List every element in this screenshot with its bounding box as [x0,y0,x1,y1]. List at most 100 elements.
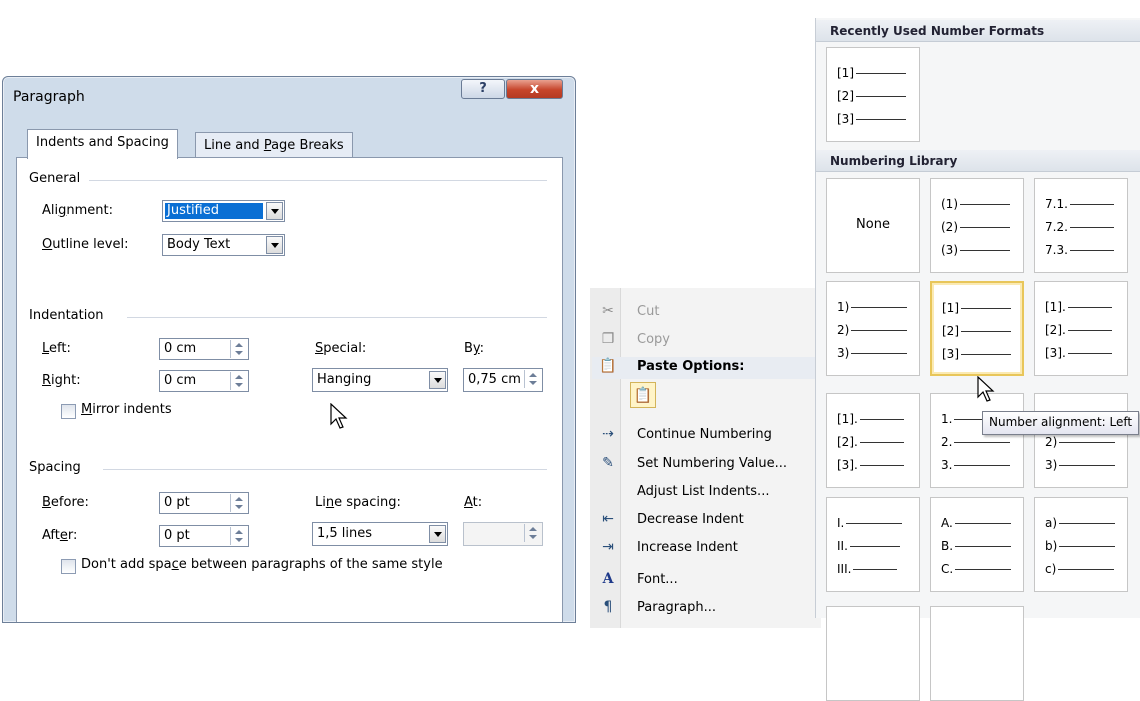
numbering-format-option[interactable]: 1. 2. 3. [930,393,1024,488]
line-spacing-label: Line spacing: [315,495,401,510]
numbering-option-label: (2) [941,220,958,234]
numbering-option-label: [3]. [1045,346,1066,360]
after-label: After: [42,528,78,543]
by-value: 0,75 cm [468,372,521,387]
numbering-option-label: 2. [941,435,953,449]
mouse-pointer-icon [330,403,348,429]
dialog-title: Paragraph [13,89,85,105]
numbering-option-label: [1]. [1045,300,1066,314]
spinner-arrows-icon[interactable] [230,372,247,390]
chevron-down-icon[interactable] [429,371,446,389]
spinner-arrows-icon[interactable] [524,370,541,388]
numbering-format-option[interactable]: 1)2)3) [1034,393,1128,488]
tab-panel: General Alignment: Justified Outline lev… [16,157,563,622]
numbering-format-option[interactable]: I. II. III. [826,497,920,592]
numbering-format-option[interactable]: [1] [2] [3] [826,47,920,142]
chevron-down-icon[interactable] [266,202,283,220]
numbering-option-label: [2] [942,324,959,338]
section-indentation-heading: Indentation [29,308,104,323]
context-menu-item[interactable]: Adjust List Indents... [592,482,818,504]
context-menu-item[interactable]: 📋 Paste Options: [592,357,818,379]
numbering-format-option[interactable]: [1]. [2]. [3]. [1034,281,1128,376]
set-numbering-value-icon: ✎ [602,455,614,471]
line-spacing-select[interactable]: 1,5 lines [312,522,448,546]
continue-numbering-icon: ⇢ [602,426,614,442]
chevron-down-icon[interactable] [429,525,446,543]
context-menu-item[interactable]: ¶ Paragraph... [592,598,818,620]
numbering-option-label: [2]. [1045,323,1066,337]
numbering-option-label: [3] [942,347,959,361]
close-icon: x [529,81,540,97]
right-indent-spinner[interactable]: 0 cm [159,370,249,392]
alignment-value: Justified [167,203,219,218]
mirror-indents-label: Mirror indents [81,402,172,417]
special-value: Hanging [317,372,372,387]
numbering-option-label: 3. [941,458,953,472]
spinner-arrows-icon[interactable] [230,494,247,512]
paragraph-icon: ¶ [603,599,613,615]
spinner-arrows-icon[interactable] [524,524,541,542]
special-select[interactable]: Hanging [312,368,448,392]
numbering-format-option[interactable] [930,606,1024,701]
recent-formats-heading: Recently Used Number Formats [816,20,1140,42]
left-indent-spinner[interactable]: 0 cm [159,338,249,360]
tab-label: Indents and Spacing [36,135,169,150]
chevron-down-icon[interactable] [266,236,283,254]
numbering-option-label: 3) [837,346,850,360]
dont-add-space-checkbox[interactable] [61,559,76,574]
help-icon: ? [479,81,487,96]
right-indent-value: 0 cm [164,373,197,388]
spinner-arrows-icon[interactable] [230,527,247,545]
at-spinner[interactable] [463,522,543,546]
numbering-format-option[interactable]: A. B. C. [930,497,1024,592]
line-spacing-value: 1,5 lines [317,526,373,541]
numbering-option-label: I. [837,516,845,530]
tab-line-and-page-breaks[interactable]: Line and Page Breaks [195,132,353,159]
numbering-option-label: 7.3. [1045,243,1068,257]
context-menu-item-label: Set Numbering Value... [637,456,788,471]
context-menu-item[interactable]: ⇤ Decrease Indent [592,510,818,532]
numbering-format-option[interactable]: 7.1. 7.2. 7.3. [1034,178,1128,273]
numbering-option-label: [2]. [837,435,858,449]
context-menu-item-label: Font... [637,572,678,587]
close-button[interactable]: x [506,79,563,99]
font-icon: A [602,571,614,587]
numbering-option-label: C. [941,562,954,576]
tab-indents-and-spacing[interactable]: Indents and Spacing [27,129,178,159]
numbering-option-label: 1. [941,412,953,426]
right-indent-label: Right: [42,373,81,388]
numbering-option-label: c) [1045,562,1057,576]
mouse-pointer-icon [977,376,995,402]
numbering-option-label: A. [941,516,953,530]
numbering-format-option[interactable]: [1]. [2]. [3]. [826,393,920,488]
numbering-format-option[interactable]: a) b) c) [1034,497,1128,592]
mirror-indents-checkbox[interactable] [61,404,76,419]
numbering-option-label: II. [837,539,848,553]
numbering-none-option[interactable]: None [826,178,920,273]
context-menu-item[interactable]: ⇢ Continue Numbering [592,425,818,447]
paste-keep-text-icon[interactable]: 📋 [630,382,656,408]
help-button[interactable]: ? [461,79,505,99]
spinner-arrows-icon[interactable] [230,340,247,358]
outline-level-select[interactable]: Body Text [162,234,285,256]
by-spinner[interactable]: 0,75 cm [463,368,543,392]
context-menu-item: ❐ Copy [592,330,818,352]
special-label: Special: [315,341,367,356]
context-menu-item[interactable]: ⇥ Increase Indent [592,538,818,560]
after-spinner[interactable]: 0 pt [159,525,249,547]
numbering-format-option[interactable] [826,606,920,701]
before-spinner[interactable]: 0 pt [159,492,249,514]
alignment-select[interactable]: Justified [162,200,285,222]
numbering-option-label: [3]. [837,458,858,472]
context-menu-item-label: Cut [637,304,660,319]
scissors-icon: ✂ [602,303,614,319]
before-label: Before: [42,495,89,510]
numbering-option-label: [1]. [837,412,858,426]
numbering-format-option[interactable]: 1)2)3) [826,281,920,376]
context-menu-item-label: Adjust List Indents... [637,484,770,499]
numbering-format-option[interactable]: [1] [2] [3] [930,281,1024,376]
context-menu-item[interactable]: ✎ Set Numbering Value... [592,454,818,476]
numbering-option-label: [1] [837,66,854,80]
numbering-format-option[interactable]: (1) (2) (3) [930,178,1024,273]
context-menu-item[interactable]: A Font... [592,570,818,592]
